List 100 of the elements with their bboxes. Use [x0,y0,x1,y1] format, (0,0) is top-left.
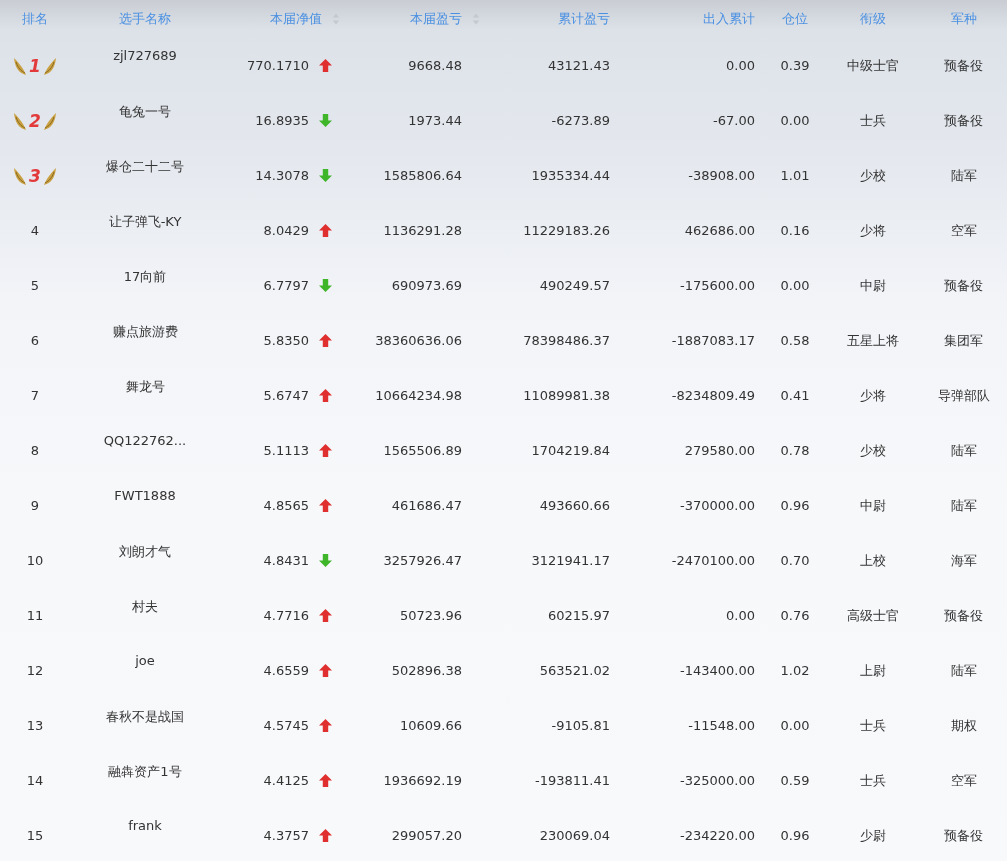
net-value: 16.8935 [255,113,309,128]
rank-title: 少尉 [859,826,886,845]
service-branch: 预备役 [944,56,983,75]
total-pnl: 1935334.44 [531,168,610,183]
rank-title: 高级士官 [846,606,899,625]
laurel-rank-badge: 1 [13,55,57,76]
sort-icon[interactable] [472,13,480,25]
net-value: 4.8565 [263,498,309,513]
net-value: 4.7716 [263,608,309,623]
session-pnl: 3257926.47 [383,553,462,568]
total-pnl: -9105.81 [551,718,610,733]
session-pnl: 10609.66 [399,718,462,733]
session-pnl: 299057.20 [391,828,462,843]
player-name: 赚点旅游费 [112,323,178,341]
rank-number: 14 [26,773,44,788]
rank-title: 上校 [859,551,886,570]
cash-flow: -370000.00 [680,498,755,513]
cash-flow: -234220.00 [680,828,755,843]
service-branch: 陆军 [950,166,977,185]
position-ratio: 0.58 [780,333,810,348]
laurel-rank-badge: 2 [13,110,57,131]
session-pnl: 9668.48 [408,58,462,73]
total-pnl: 493660.66 [539,498,610,513]
service-branch: 陆军 [950,441,977,460]
player-name: 村夫 [132,598,158,616]
total-pnl: 490249.57 [539,278,610,293]
rank-title: 中级士官 [846,56,899,75]
total-pnl: 3121941.17 [531,553,610,568]
player-name: QQ122762... [103,433,187,448]
column-header: 选手名称 [119,10,171,28]
session-pnl: 502896.38 [391,663,462,678]
column-header: 本届净值 [270,10,322,28]
cash-flow: -2470100.00 [671,553,755,568]
position-ratio: 0.70 [780,553,810,568]
sort-icon[interactable] [332,13,340,25]
position-ratio: 0.78 [780,443,810,458]
position-ratio: 1.02 [780,663,810,678]
player-name: 爆仓二十二号 [106,158,184,176]
rank-title: 士兵 [859,771,886,790]
rank-number: 10 [26,553,44,568]
position-ratio: 0.00 [780,278,810,293]
rank-number: 12 [26,663,44,678]
net-value: 4.5745 [263,718,309,733]
column-header: 累计盈亏 [558,10,610,28]
player-name: 刘朗才气 [119,543,171,561]
session-pnl: 10664234.98 [375,388,462,403]
rank-number: 9 [30,498,40,513]
cash-flow: 0.00 [726,58,755,73]
session-pnl: 1585806.64 [383,168,462,183]
service-branch: 导弹部队 [937,386,990,405]
session-pnl: 1936692.19 [383,773,462,788]
net-value: 4.3757 [263,828,309,843]
player-name: 让子弹飞-KY [108,213,182,231]
net-value: 770.1710 [246,58,309,73]
session-pnl: 38360636.06 [375,333,462,348]
total-pnl: 230069.04 [539,828,610,843]
cash-flow: -325000.00 [680,773,755,788]
total-pnl: 1704219.84 [531,443,610,458]
session-pnl: 461686.47 [391,498,462,513]
rank-title: 中尉 [859,496,886,515]
column-header: 本届盈亏 [410,10,462,28]
service-branch: 空军 [950,221,977,240]
position-ratio: 0.59 [780,773,810,788]
column-header: 军种 [950,10,977,28]
session-pnl: 1136291.28 [383,223,462,238]
rank-title: 中尉 [859,276,886,295]
service-branch: 空军 [950,771,977,790]
net-value: 14.3078 [255,168,309,183]
rank-number: 13 [26,718,44,733]
rank-title: 少校 [859,441,886,460]
cash-flow: 462686.00 [684,223,755,238]
service-branch: 预备役 [944,606,983,625]
player-name: 龟兔一号 [119,103,171,121]
cash-flow: -67.00 [713,113,755,128]
cash-flow: -175600.00 [680,278,755,293]
net-value: 4.8431 [263,553,309,568]
service-branch: 集团军 [944,331,983,350]
position-ratio: 0.76 [780,608,810,623]
cash-flow: 279580.00 [684,443,755,458]
rank-title: 少校 [859,166,886,185]
position-ratio: 1.01 [780,168,810,183]
position-ratio: 0.41 [780,388,810,403]
session-pnl: 50723.96 [399,608,462,623]
total-pnl: 60215.97 [547,608,610,623]
rank-number: 11 [26,608,44,623]
rank-number: 15 [26,828,44,843]
rank-title: 士兵 [859,111,886,130]
column-header: 仓位 [782,10,808,28]
service-branch: 预备役 [944,276,983,295]
service-branch: 期权 [950,716,977,735]
rank-title: 少将 [859,221,886,240]
column-header: 排名 [22,10,48,28]
rank-title: 士兵 [859,716,886,735]
cash-flow: -1887083.17 [671,333,755,348]
net-value: 5.8350 [263,333,309,348]
player-name: frank [128,818,162,833]
column-header: 衔级 [859,10,886,28]
total-pnl: 43121.43 [547,58,610,73]
column-header: 出入累计 [703,10,755,28]
player-name: joe [135,653,155,668]
